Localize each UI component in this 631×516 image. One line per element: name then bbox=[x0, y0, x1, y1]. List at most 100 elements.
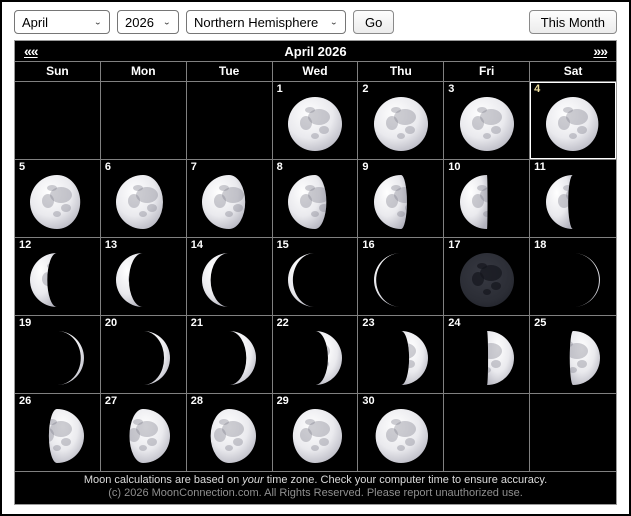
toolbar: April ⌄ 2026 ⌄ Northern Hemisphere ⌄ Go … bbox=[2, 2, 629, 40]
calendar-title-row: «« April 2026 »» bbox=[15, 41, 616, 62]
moon-phase-image-waning-gibbous bbox=[544, 95, 602, 153]
day-cell-23: 23 bbox=[358, 316, 444, 394]
moon-phase-image-waxing-gibbous bbox=[286, 407, 344, 465]
footer-disclaimer: Moon calculations are based on your time… bbox=[15, 474, 616, 487]
day-cell-27: 27 bbox=[101, 394, 187, 472]
day-of-week-header-thu: Thu bbox=[358, 62, 444, 81]
day-number: 23 bbox=[362, 317, 374, 329]
footer-disclaimer-emphasis: your bbox=[242, 474, 263, 486]
day-cell-26: 26 bbox=[15, 394, 101, 472]
day-number: 28 bbox=[191, 395, 203, 407]
empty-day-cell bbox=[530, 394, 616, 472]
moon-phase-image-waning-gibbous bbox=[200, 173, 258, 231]
this-month-button[interactable]: This Month bbox=[529, 10, 617, 34]
day-number: 26 bbox=[19, 395, 31, 407]
day-cell-14: 14 bbox=[187, 238, 273, 316]
calendar-footer: Moon calculations are based on your time… bbox=[15, 472, 616, 504]
day-number: 30 bbox=[362, 395, 374, 407]
moon-phase-image-waning-crescent bbox=[544, 173, 602, 231]
day-number: 18 bbox=[534, 239, 546, 251]
empty-day-cell bbox=[187, 82, 273, 160]
moon-phase-image-waxing-gibbous bbox=[544, 329, 602, 387]
moon-phase-image-third-quarter bbox=[458, 173, 516, 231]
footer-disclaimer-text: Moon calculations are based on bbox=[84, 474, 242, 486]
hemisphere-select[interactable]: Northern Hemisphere ⌄ bbox=[186, 10, 346, 34]
go-button[interactable]: Go bbox=[353, 10, 394, 34]
day-cell-21: 21 bbox=[187, 316, 273, 394]
moon-phase-image-waning-crescent bbox=[114, 251, 172, 309]
day-number: 9 bbox=[362, 161, 368, 173]
day-cell-10: 10 bbox=[444, 160, 530, 238]
moon-phase-image-waning-crescent bbox=[200, 251, 258, 309]
day-number: 14 bbox=[191, 239, 203, 251]
day-cell-4: 4 bbox=[530, 82, 616, 160]
day-cell-6: 6 bbox=[101, 160, 187, 238]
day-cell-24: 24 bbox=[444, 316, 530, 394]
chevron-down-icon: ⌄ bbox=[94, 18, 102, 27]
day-number: 25 bbox=[534, 317, 546, 329]
empty-day-cell bbox=[101, 82, 187, 160]
moon-phase-image-waxing-gibbous bbox=[372, 407, 430, 465]
day-number: 12 bbox=[19, 239, 31, 251]
day-number: 20 bbox=[105, 317, 117, 329]
day-number: 21 bbox=[191, 317, 203, 329]
day-cell-17: 17 bbox=[444, 238, 530, 316]
moon-phase-image-waxing-crescent bbox=[200, 329, 258, 387]
moon-phase-image-waning-gibbous bbox=[458, 95, 516, 153]
moon-phase-image-waxing-crescent bbox=[372, 329, 430, 387]
moon-phase-image-new-moon bbox=[458, 251, 516, 309]
day-number: 15 bbox=[277, 239, 289, 251]
day-cell-15: 15 bbox=[273, 238, 359, 316]
calendar-title: April 2026 bbox=[38, 44, 594, 59]
month-select[interactable]: April ⌄ bbox=[14, 10, 110, 34]
moon-phase-image-full-moon bbox=[372, 95, 430, 153]
moon-phase-image-waning-gibbous bbox=[372, 173, 430, 231]
day-number: 8 bbox=[277, 161, 283, 173]
day-number: 1 bbox=[277, 83, 283, 95]
year-select[interactable]: 2026 ⌄ bbox=[117, 10, 179, 34]
hemisphere-select-value: Northern Hemisphere bbox=[194, 15, 318, 30]
day-cell-13: 13 bbox=[101, 238, 187, 316]
day-of-week-header-sun: Sun bbox=[15, 62, 101, 81]
moon-phase-image-waxing-crescent bbox=[114, 329, 172, 387]
day-cell-11: 11 bbox=[530, 160, 616, 238]
day-number: 13 bbox=[105, 239, 117, 251]
day-cell-7: 7 bbox=[187, 160, 273, 238]
moon-phase-image-waxing-crescent bbox=[544, 251, 602, 309]
day-cell-1: 1 bbox=[273, 82, 359, 160]
day-number: 10 bbox=[448, 161, 460, 173]
day-cell-16: 16 bbox=[358, 238, 444, 316]
day-cell-9: 9 bbox=[358, 160, 444, 238]
moon-phase-image-waxing-gibbous bbox=[28, 407, 86, 465]
empty-day-cell bbox=[444, 394, 530, 472]
calendar-grid: 1234567891011121314151617181920212223242… bbox=[15, 82, 616, 472]
previous-month-link[interactable]: «« bbox=[24, 44, 38, 58]
day-of-week-header-row: SunMonTueWedThuFriSat bbox=[15, 62, 616, 82]
moon-phase-image-first-quarter bbox=[458, 329, 516, 387]
day-of-week-header-fri: Fri bbox=[444, 62, 530, 81]
day-cell-19: 19 bbox=[15, 316, 101, 394]
day-cell-8: 8 bbox=[273, 160, 359, 238]
next-month-link[interactable]: »» bbox=[593, 44, 607, 58]
moon-phase-image-waning-crescent bbox=[286, 251, 344, 309]
year-select-value: 2026 bbox=[125, 15, 154, 30]
moon-phase-image-waxing-crescent bbox=[28, 329, 86, 387]
day-of-week-header-wed: Wed bbox=[273, 62, 359, 81]
day-cell-22: 22 bbox=[273, 316, 359, 394]
moon-phase-image-waning-crescent bbox=[28, 251, 86, 309]
day-cell-5: 5 bbox=[15, 160, 101, 238]
moon-phase-image-waning-crescent bbox=[372, 251, 430, 309]
day-cell-3: 3 bbox=[444, 82, 530, 160]
day-of-week-header-sat: Sat bbox=[530, 62, 616, 81]
day-cell-2: 2 bbox=[358, 82, 444, 160]
day-number: 2 bbox=[362, 83, 368, 95]
day-number: 4 bbox=[534, 83, 540, 95]
day-cell-20: 20 bbox=[101, 316, 187, 394]
day-number: 6 bbox=[105, 161, 111, 173]
day-cell-30: 30 bbox=[358, 394, 444, 472]
day-number: 17 bbox=[448, 239, 460, 251]
day-cell-18: 18 bbox=[530, 238, 616, 316]
day-number: 22 bbox=[277, 317, 289, 329]
chevron-down-icon: ⌄ bbox=[163, 18, 171, 27]
moon-phase-image-waning-gibbous bbox=[286, 173, 344, 231]
